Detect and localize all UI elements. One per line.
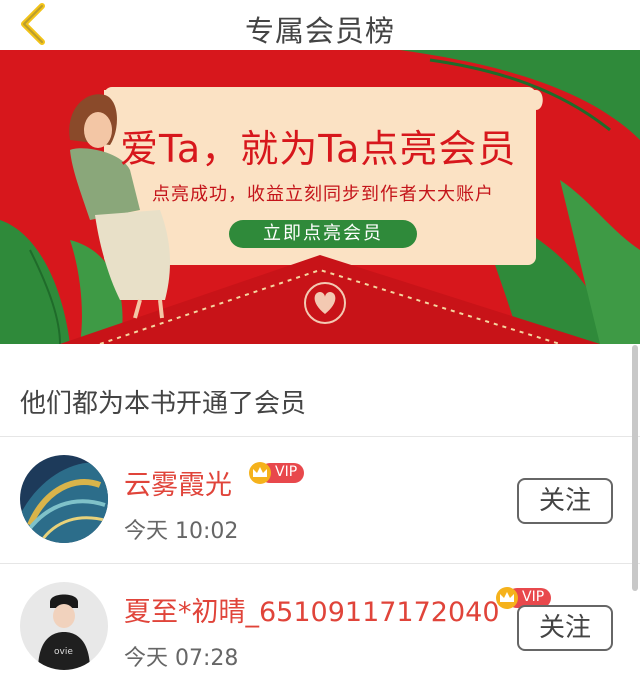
avatar[interactable]	[20, 455, 108, 543]
person-avatar-icon: ovie	[20, 582, 108, 670]
member-row[interactable]: 云雾霞光 VIP 今天 10:02 关注	[0, 437, 640, 563]
vip-label: VIP	[522, 589, 545, 605]
member-row[interactable]: ovie 夏至*初晴_65109117172040 VIP 今天 07:28 关…	[0, 564, 640, 679]
section-heading: 他们都为本书开通了会员	[20, 389, 307, 419]
light-up-membership-button[interactable]: 立即点亮会员	[229, 220, 417, 248]
follow-button[interactable]: 关注	[517, 605, 613, 651]
timestamp: 今天 07:28	[124, 646, 239, 671]
timestamp: 今天 10:02	[124, 519, 239, 544]
member-name[interactable]: 夏至*初晴_65109117172040	[124, 590, 500, 629]
banner-subtitle: 点亮成功，收益立刻同步到作者大大账户	[152, 184, 494, 205]
member-name[interactable]: 云雾霞光	[124, 463, 232, 502]
page-title: 专属会员榜	[244, 14, 395, 48]
vip-badge: VIP	[248, 461, 306, 485]
svg-text:ovie: ovie	[54, 647, 73, 657]
wave-avatar-icon	[20, 455, 108, 543]
top-bar: 专属会员榜	[0, 0, 640, 50]
vip-label: VIP	[275, 464, 298, 480]
follow-button[interactable]: 关注	[517, 478, 613, 524]
promo-banner[interactable]: 爱Ta，就为Ta点亮会员 点亮成功，收益立刻同步到作者大大账户 立即点亮会员	[0, 50, 640, 344]
scrollbar[interactable]	[632, 345, 638, 591]
banner-title: 爱Ta，就为Ta点亮会员	[120, 127, 517, 171]
avatar[interactable]: ovie	[20, 582, 108, 670]
